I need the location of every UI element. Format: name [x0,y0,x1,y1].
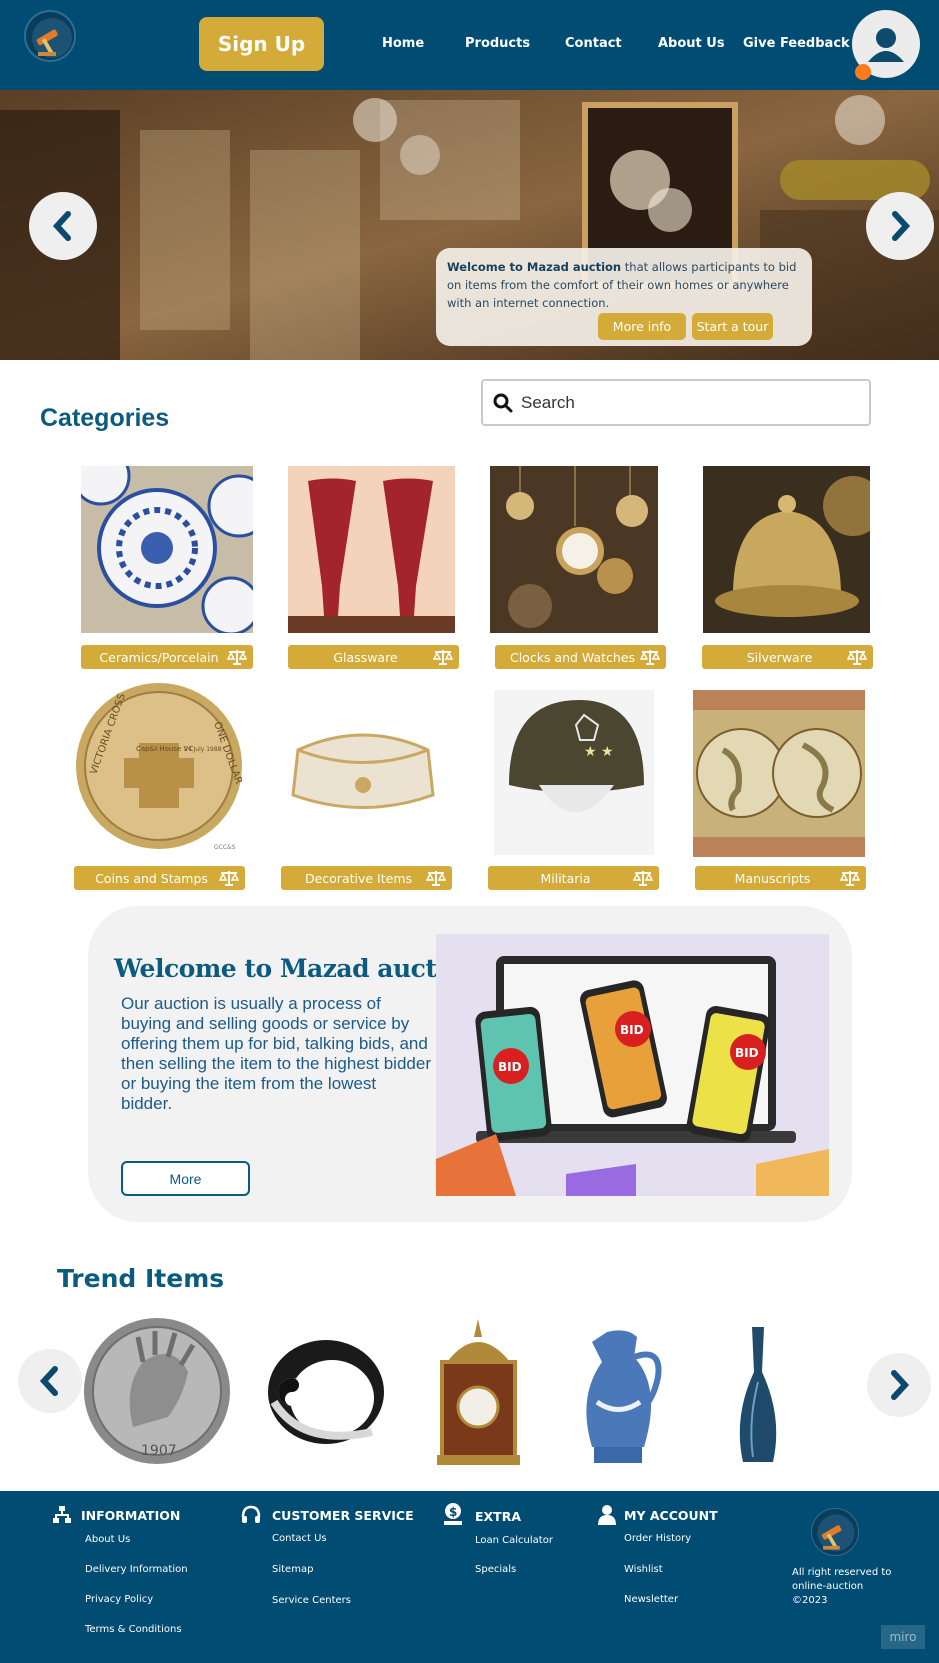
footer-customer-service-heading: CUSTOMER SERVICE [272,1508,414,1523]
trend-ring-image[interactable] [262,1322,390,1452]
coin-year-text: 1907 [141,1443,177,1459]
footer-link-about-us[interactable]: About Us [85,1534,130,1545]
category-label: Manuscripts [734,870,811,886]
welcome-more-button[interactable]: More [121,1161,250,1196]
trend-next-button[interactable] [867,1353,931,1417]
scale-icon [433,650,453,665]
footer-link-service-centers[interactable]: Service Centers [272,1595,351,1606]
nav-give-feedback[interactable]: Give Feedback [743,36,850,51]
category-manuscripts-button[interactable]: Manuscripts [695,866,866,890]
militaria-image[interactable]: ★ ★ [494,690,654,855]
footer-link-terms[interactable]: Terms & Conditions [85,1624,182,1635]
hero-prev-button[interactable] [29,192,97,260]
trend-clock-image[interactable] [432,1317,525,1467]
scale-icon [219,871,239,886]
categories-heading: Categories [40,404,170,432]
dollar-hand-icon: $ [444,1503,462,1525]
hero-brand-text: Welcome to Mazad auction [447,260,622,274]
hero-next-button[interactable] [866,192,934,260]
headset-icon [241,1505,261,1523]
miro-watermark: miro [881,1625,925,1649]
category-label: Glassware [333,649,398,665]
footer-link-specials[interactable]: Specials [475,1564,516,1575]
chevron-right-icon [892,211,911,241]
footer-link-loan-calculator[interactable]: Loan Calculator [475,1535,553,1546]
category-label: Decorative Items [304,870,413,886]
footer-link-sitemap[interactable]: Sitemap [272,1564,313,1575]
footer-link-order-history[interactable]: Order History [624,1533,691,1544]
chevron-right-icon [891,1370,910,1400]
mazad-logo[interactable] [24,10,76,62]
bid-label-center: BID [620,1023,644,1037]
coins-image[interactable]: VICTORIA CROSS ONE DOLLAR Cap&I House VC… [74,683,244,853]
category-coins-button[interactable]: Coins and Stamps [74,866,245,890]
footer-information-heading: INFORMATION [81,1508,181,1523]
category-glassware-button[interactable]: Glassware [288,645,459,669]
chevron-left-icon [39,1366,58,1396]
scale-icon [840,871,860,886]
search-icon [493,393,513,412]
footer-extra-heading: EXTRA [475,1509,522,1524]
nav-products[interactable]: Products [465,36,530,51]
sitemap-icon [53,1506,71,1523]
category-label: Clocks and Watches [509,649,636,665]
scale-icon [227,650,247,665]
category-label: Militaria [540,870,591,886]
category-label: Ceramics/Porcelain [99,649,219,665]
footer-logo [811,1508,859,1556]
sign-up-button[interactable]: Sign Up [199,17,324,71]
scale-icon [633,871,653,886]
svg-text:$: $ [449,1505,457,1519]
account-icon [598,1505,616,1525]
category-clocks-button[interactable]: Clocks and Watches [495,645,666,669]
online-status-dot [855,64,871,80]
trend-items-heading: Trend Items [57,1264,225,1293]
nav-contact[interactable]: Contact [565,36,622,51]
coin-mark-text: GCC&S [214,844,236,851]
scale-icon [847,650,867,665]
category-label: Coins and Stamps [95,870,208,886]
svg-text:★ ★: ★ ★ [584,744,614,760]
clocks-image[interactable] [490,466,658,633]
footer-link-newsletter[interactable]: Newsletter [624,1594,678,1605]
footer-link-contact-us[interactable]: Contact Us [272,1533,327,1544]
scale-icon [640,650,660,665]
chevron-left-icon [52,211,71,241]
bid-label-right: BID [735,1046,759,1060]
decorative-image[interactable] [288,710,438,825]
category-militaria-button[interactable]: Militaria [488,866,659,890]
trend-prev-button[interactable] [18,1349,82,1413]
category-silverware-button[interactable]: Silverware [702,645,873,669]
coin-date-text: 24 July 1988 [184,746,222,753]
category-decorative-button[interactable]: Decorative Items [281,866,452,890]
nav-about-us[interactable]: About Us [658,36,725,51]
footer-link-delivery-information[interactable]: Delivery Information [85,1564,188,1575]
trend-jug-image[interactable] [572,1327,664,1472]
footer-link-wishlist[interactable]: Wishlist [624,1564,663,1575]
category-label: Silverware [746,649,813,665]
more-info-button[interactable]: More info [598,313,686,340]
welcome-title: Welcome to Mazad auction [114,954,480,983]
manuscripts-image[interactable] [693,690,865,857]
footer-my-account-heading: MY ACCOUNT [624,1508,718,1523]
search-input[interactable] [521,392,841,413]
search-box[interactable] [481,379,871,426]
category-ceramics-button[interactable]: Ceramics/Porcelain [81,645,253,669]
welcome-description: Our auction is usually a process of buyi… [121,994,431,1113]
ceramics-image[interactable] [81,466,253,633]
silverware-image[interactable] [703,466,870,633]
start-tour-button[interactable]: Start a tour [692,313,773,340]
glassware-image[interactable] [288,466,455,633]
scale-icon [426,871,446,886]
bid-label-left: BID [498,1060,522,1074]
bidding-illustration: BID BID BID [436,934,829,1196]
trend-vase-image[interactable] [728,1322,788,1472]
footer-link-privacy-policy[interactable]: Privacy Policy [85,1594,153,1605]
trend-coin-image[interactable]: 1907 [83,1317,231,1465]
nav-home[interactable]: Home [382,36,424,51]
footer-copyright: All right reserved to online-auction ©20… [792,1567,892,1606]
